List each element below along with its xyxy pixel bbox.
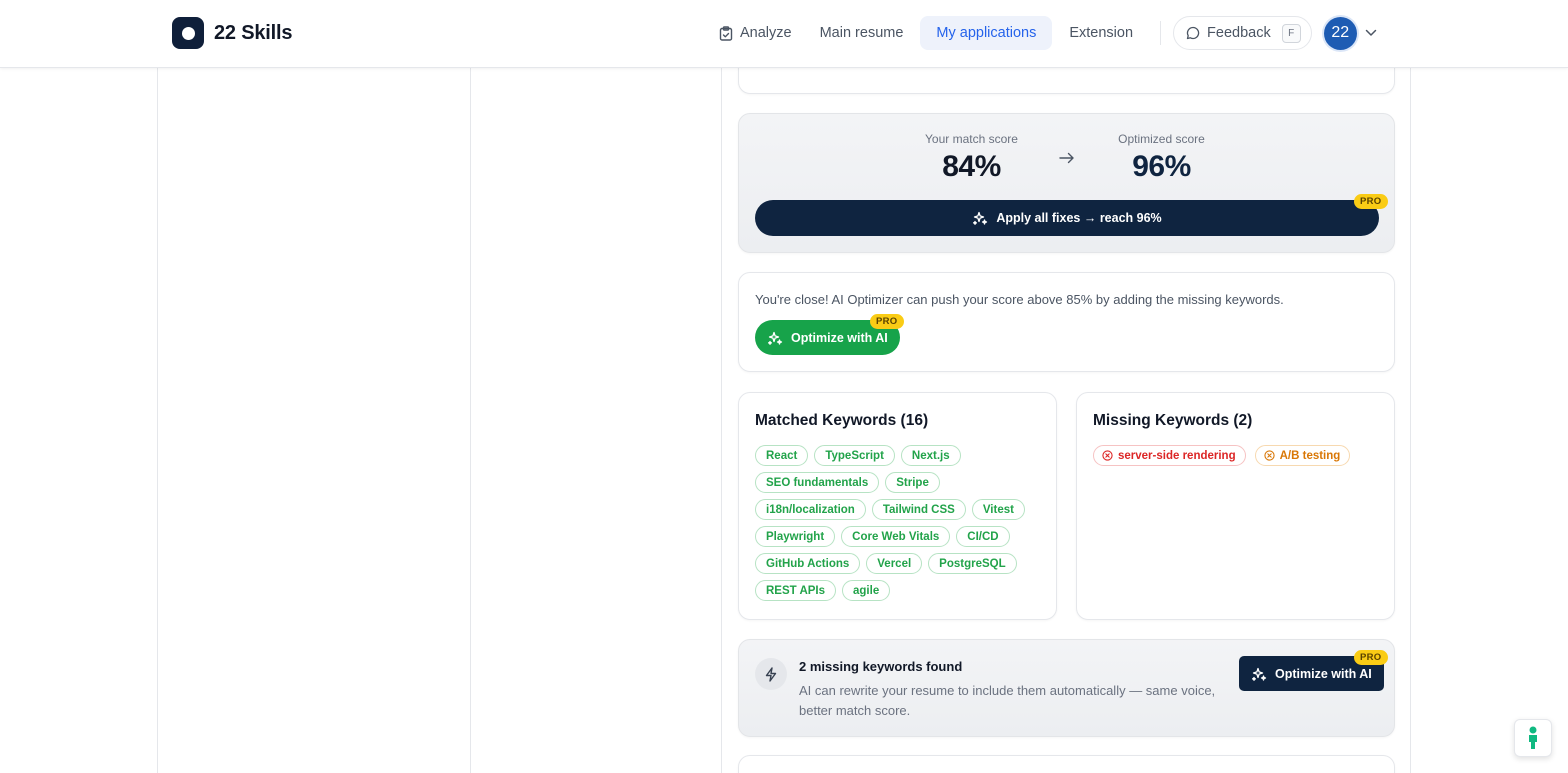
feedback-shortcut: F [1281, 23, 1301, 43]
optimized-score-label: Optimized score [1118, 132, 1205, 146]
missing-found-title: 2 missing keywords found [799, 659, 963, 674]
keyword-chip: GitHub Actions [755, 553, 861, 574]
keyword-chip: Core Web Vitals [841, 526, 951, 547]
optimizer-tip-card: You're close! AI Optimizer can push your… [738, 272, 1395, 372]
keyword-chip: i18n/localization [755, 499, 866, 520]
match-score-value: 84% [942, 150, 1001, 183]
feedback-label: Feedback [1207, 25, 1271, 41]
missing-keywords-title: Missing Keywords (2) [1093, 412, 1253, 429]
sparkles-icon [767, 331, 783, 345]
keyword-chip: SEO fundamentals [755, 472, 880, 493]
nav-main-resume[interactable]: Main resume [809, 16, 915, 50]
keyword-chip: Tailwind CSS [871, 499, 966, 520]
column-divider [1410, 68, 1411, 773]
nav-analyze[interactable]: Analyze [708, 16, 803, 50]
matched-keywords-list: React TypeScript Next.js SEO fundamental… [755, 445, 1045, 601]
keyword-chip: REST APIs [755, 580, 837, 601]
sparkles-icon [973, 211, 988, 225]
nav-main-resume-label: Main resume [819, 25, 904, 41]
matched-keywords-card: Matched Keywords (16) React TypeScript N… [738, 392, 1057, 620]
keyword-chip: Next.js [900, 445, 961, 466]
chat-bubble-icon [1186, 26, 1200, 40]
pro-badge: PRO [1354, 650, 1388, 665]
logo-icon [172, 17, 204, 49]
helper-widget-button[interactable] [1514, 719, 1552, 757]
keyword-chip: agile [842, 580, 891, 601]
column-divider [157, 68, 158, 773]
brand-logo[interactable]: 22 Skills [172, 17, 292, 49]
sparkles-icon [1251, 667, 1267, 681]
keyword-chip: React [755, 445, 809, 466]
apply-all-fixes-button[interactable]: Apply all fixes → reach 96% [755, 200, 1379, 236]
column-divider [470, 68, 471, 773]
nav-divider [1160, 21, 1162, 45]
arrow-right-icon [1047, 152, 1087, 164]
missing-keyword-chip: server-side rendering [1093, 445, 1246, 466]
missing-keyword-label: A/B testing [1279, 449, 1341, 462]
nav-my-applications[interactable]: My applications [920, 16, 1053, 50]
missing-found-description: AI can rewrite your resume to include th… [799, 683, 1216, 718]
chevron-down-icon [1365, 29, 1376, 36]
nav-extension-label: Extension [1069, 25, 1134, 41]
score-card: Your match score 84% Optimized score 96%… [738, 113, 1395, 253]
nav-extension[interactable]: Extension [1058, 16, 1144, 50]
top-header: 22 Skills Analyze Main resume My applica… [0, 0, 1568, 68]
main-nav: Analyze Main resume My applications Exte… [708, 16, 1377, 50]
optimized-score-value: 96% [1132, 150, 1191, 183]
nav-analyze-label: Analyze [740, 25, 792, 41]
missing-keyword-chip: A/B testing [1254, 445, 1351, 466]
optimize-with-ai-dark-label: Optimize with AI [1275, 666, 1372, 681]
feedback-button[interactable]: Feedback F [1173, 16, 1312, 50]
keyword-chip: TypeScript [814, 445, 895, 466]
user-avatar[interactable]: 22 [1323, 16, 1357, 50]
x-circle-icon [1263, 450, 1275, 461]
optimizer-tip-text: You're close! AI Optimizer can push your… [755, 292, 1284, 307]
keyword-chip: Playwright [755, 526, 836, 547]
keyword-chip: Stripe [885, 472, 940, 493]
pro-badge: PRO [1354, 194, 1388, 209]
keyword-chip: Vitest [971, 499, 1025, 520]
matched-keywords-title: Matched Keywords (16) [755, 412, 929, 429]
person-icon [1529, 726, 1537, 749]
brand-name: 22 Skills [214, 21, 293, 44]
missing-keywords-card: Missing Keywords (2) server-side renderi… [1076, 392, 1395, 620]
missing-keywords-list: server-side rendering A/B testing [1093, 445, 1351, 466]
x-circle-icon [1102, 450, 1113, 461]
missing-keyword-label: server-side rendering [1118, 449, 1236, 462]
clipboard-icon [719, 25, 733, 41]
nav-my-applications-label: My applications [936, 25, 1037, 41]
keyword-chip: CI/CD [956, 526, 1010, 547]
keyword-chip: PostgreSQL [928, 553, 1017, 574]
bolt-icon [755, 658, 787, 690]
keyword-chip: Vercel [866, 553, 923, 574]
column-divider [721, 68, 722, 773]
next-card [738, 755, 1395, 773]
apply-all-fixes-label: Apply all fixes → reach 96% [996, 211, 1162, 225]
pro-badge: PRO [870, 314, 904, 329]
missing-found-card: 2 missing keywords found AI can rewrite … [738, 639, 1395, 737]
match-score-label: Your match score [925, 132, 1018, 146]
account-menu-toggle[interactable] [1365, 29, 1377, 37]
optimize-with-ai-label: Optimize with AI [791, 330, 888, 345]
